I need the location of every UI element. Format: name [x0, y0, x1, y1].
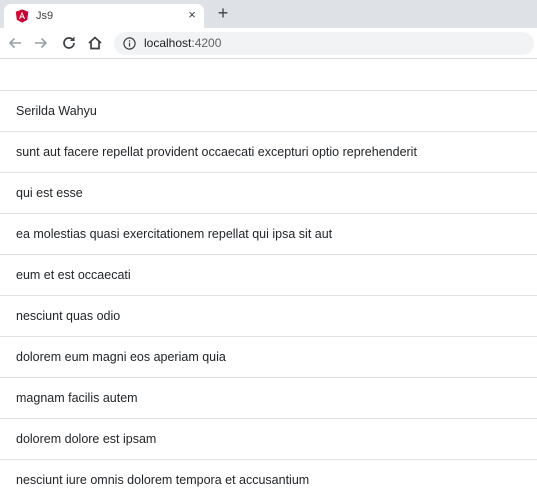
url-host: localhost — [144, 36, 192, 50]
list-item: nesciunt quas odio — [0, 296, 537, 337]
list-item: nesciunt iure omnis dolorem tempora et a… — [0, 460, 537, 498]
tab-title: Js9 — [36, 10, 54, 22]
page-content: Serilda Wahyu sunt aut facere repellat p… — [0, 59, 537, 498]
list-item: qui est esse — [0, 173, 537, 214]
list-item: sunt aut facere repellat provident occae… — [0, 132, 537, 173]
tab-close-button[interactable]: × — [184, 7, 200, 23]
tab-strip: Js9 × + — [0, 0, 537, 28]
address-bar[interactable]: localhost:4200 — [114, 32, 534, 55]
list-item: dolorem eum magni eos aperiam quia — [0, 337, 537, 378]
back-arrow-icon[interactable] — [6, 34, 24, 52]
home-icon[interactable] — [86, 34, 104, 52]
list-item: ea molestias quasi exercitationem repell… — [0, 214, 537, 255]
list-item: dolorem dolore est ipsam — [0, 419, 537, 460]
browser-window: Js9 × + localhost:4200 Serilda Wahyu sun… — [0, 0, 537, 498]
url-port: :4200 — [191, 36, 222, 50]
item-list: Serilda Wahyu sunt aut facere repellat p… — [0, 90, 537, 498]
url-text[interactable]: localhost:4200 — [144, 36, 221, 51]
list-item: eum et est occaecati — [0, 255, 537, 296]
info-icon[interactable] — [123, 37, 136, 50]
tab-js9[interactable]: Js9 × — [4, 4, 204, 28]
browser-toolbar: localhost:4200 — [0, 28, 537, 59]
angular-icon — [15, 9, 29, 23]
reload-icon[interactable] — [60, 34, 78, 52]
list-item: magnam facilis autem — [0, 378, 537, 419]
forward-arrow-icon[interactable] — [32, 34, 50, 52]
list-item: Serilda Wahyu — [0, 91, 537, 132]
new-tab-button[interactable]: + — [214, 4, 232, 23]
